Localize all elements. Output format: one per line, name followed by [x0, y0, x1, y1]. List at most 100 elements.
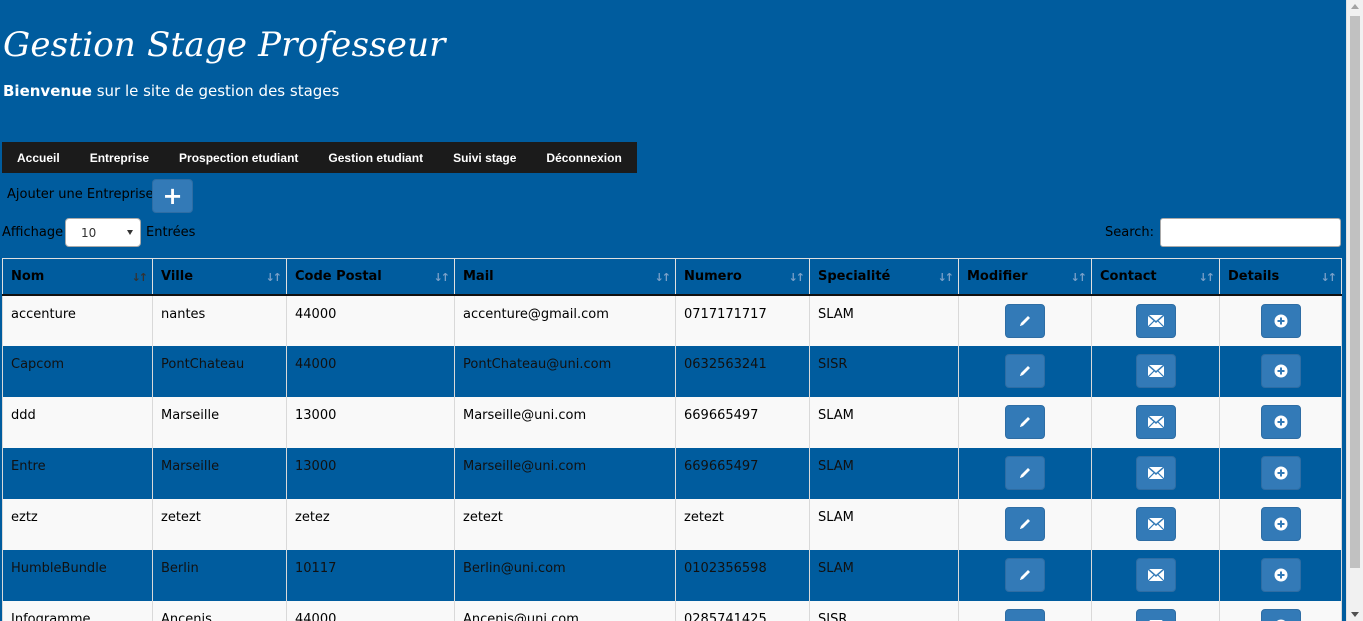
contact-button[interactable]	[1135, 303, 1176, 338]
table-cell: Berlin@uni.com	[454, 549, 676, 601]
column-header-2[interactable]: Code Postal ↓↑	[286, 258, 455, 296]
table-cell: Capcom	[2, 345, 153, 397]
contact-button[interactable]	[1135, 608, 1176, 621]
sort-icon: ↓↑	[1198, 271, 1216, 284]
sort-icon: ↓↑	[1320, 271, 1338, 284]
edit-button[interactable]	[1005, 353, 1045, 388]
table-cell: PontChateau@uni.com	[454, 345, 676, 397]
action-cell	[1091, 396, 1220, 448]
table-cell: 13000	[286, 447, 455, 499]
table-cell: HumbleBundle	[2, 549, 153, 601]
details-button[interactable]	[1260, 303, 1301, 338]
table-cell: SLAM	[809, 447, 959, 499]
column-header-5[interactable]: Specialité ↓↑	[809, 258, 959, 296]
edit-button[interactable]	[1005, 303, 1045, 338]
edit-button[interactable]	[1005, 404, 1045, 439]
table-cell: zetez	[286, 498, 455, 550]
nav-prospection-etudiant[interactable]: Prospection etudiant	[164, 151, 313, 165]
scroll-down-icon[interactable]	[1351, 612, 1359, 617]
welcome-subtitle: Bienvenue sur le site de gestion des sta…	[3, 82, 339, 100]
contact-button[interactable]	[1135, 353, 1176, 388]
edit-button[interactable]	[1005, 455, 1045, 490]
table-cell: nantes	[152, 294, 287, 346]
search-input[interactable]	[1160, 218, 1341, 247]
details-button[interactable]	[1260, 506, 1301, 541]
welcome-text: sur le site de gestion des stages	[91, 82, 340, 100]
contact-button[interactable]	[1135, 506, 1176, 541]
table-cell: 0285741425	[675, 600, 810, 621]
scroll-up-icon[interactable]	[1351, 4, 1359, 9]
table-cell: 0717171717	[675, 294, 810, 346]
table-cell: Berlin	[152, 549, 287, 601]
column-header-4[interactable]: Numero ↓↑	[675, 258, 810, 296]
length-label: Affichage	[2, 225, 64, 240]
contact-button[interactable]	[1135, 455, 1176, 490]
contact-button[interactable]	[1135, 404, 1176, 439]
entries-per-page-select[interactable]: 10	[65, 218, 141, 247]
action-cell	[1219, 549, 1342, 601]
column-header-label: Specialité	[818, 268, 891, 284]
table-cell: eztz	[2, 498, 153, 550]
nav-suivi-stage[interactable]: Suivi stage	[438, 151, 531, 165]
sort-icon: ↓↑	[937, 271, 955, 284]
details-button[interactable]	[1260, 455, 1301, 490]
details-button[interactable]	[1260, 404, 1301, 439]
column-header-6[interactable]: Modifier ↓↑	[958, 258, 1092, 296]
table-cell: Ancenis	[152, 600, 287, 621]
length-suffix: Entrées	[146, 225, 196, 240]
sort-icon: ↓↑	[1070, 271, 1088, 284]
column-header-7[interactable]: Contact ↓↑	[1091, 258, 1220, 296]
action-cell	[1091, 345, 1220, 397]
details-button[interactable]	[1260, 353, 1301, 388]
details-button[interactable]	[1260, 608, 1301, 621]
contact-button[interactable]	[1135, 557, 1176, 592]
plus-icon: +	[162, 182, 183, 210]
table-cell: accenture	[2, 294, 153, 346]
main-navbar: Accueil Entreprise Prospection etudiant …	[2, 142, 637, 173]
nav-gestion-etudiant[interactable]: Gestion etudiant	[313, 151, 438, 165]
edit-button[interactable]	[1005, 608, 1045, 621]
action-cell	[1091, 447, 1220, 499]
add-entreprise-button[interactable]: +	[152, 179, 193, 213]
action-cell	[1219, 600, 1342, 621]
edit-button[interactable]	[1005, 557, 1045, 592]
action-cell	[1091, 498, 1220, 550]
nav-deconnexion[interactable]: Déconnexion	[531, 151, 636, 165]
table-cell: 44000	[286, 294, 455, 346]
action-cell	[958, 447, 1092, 499]
table-cell: Marseille@uni.com	[454, 447, 676, 499]
action-cell	[958, 549, 1092, 601]
action-cell	[958, 294, 1092, 346]
nav-entreprise[interactable]: Entreprise	[75, 151, 164, 165]
column-header-0[interactable]: Nom ↓↑	[2, 258, 153, 296]
column-header-label: Code Postal	[295, 268, 382, 284]
column-header-3[interactable]: Mail ↓↑	[454, 258, 676, 296]
sort-icon: ↓↑	[788, 271, 806, 284]
table-row: ddd Marseille 13000 Marseille@uni.com 669665…	[2, 396, 1342, 448]
site-title: Gestion Stage Professeur	[3, 25, 446, 65]
page: Gestion Stage Professeur Bienvenue sur l…	[0, 0, 1346, 621]
action-cell	[1091, 549, 1220, 601]
scrollbar-thumb[interactable]	[1350, 16, 1360, 568]
column-header-label: Ville	[161, 268, 194, 284]
table-cell: 0102356598	[675, 549, 810, 601]
table-cell: Marseille	[152, 396, 287, 448]
column-header-label: Numero	[684, 268, 742, 284]
nav-accueil[interactable]: Accueil	[2, 151, 75, 165]
table-cell: SISR	[809, 600, 959, 621]
action-cell	[1091, 294, 1220, 346]
table-cell: 44000	[286, 600, 455, 621]
vertical-scrollbar[interactable]	[1346, 0, 1363, 621]
add-entreprise-label: Ajouter une Entreprise	[7, 187, 154, 202]
table-cell: PontChateau	[152, 345, 287, 397]
column-header-8[interactable]: Details ↓↑	[1219, 258, 1342, 296]
column-header-1[interactable]: Ville ↓↑	[152, 258, 287, 296]
table-row: Capcom PontChateau 44000 PontChateau@uni.co…	[2, 345, 1342, 397]
details-button[interactable]	[1260, 557, 1301, 592]
table-cell: Entre	[2, 447, 153, 499]
action-cell	[1219, 294, 1342, 346]
welcome-bold: Bienvenue	[3, 82, 92, 100]
sort-icon: ↓↑	[265, 271, 283, 284]
column-header-label: Mail	[463, 268, 494, 284]
edit-button[interactable]	[1005, 506, 1045, 541]
